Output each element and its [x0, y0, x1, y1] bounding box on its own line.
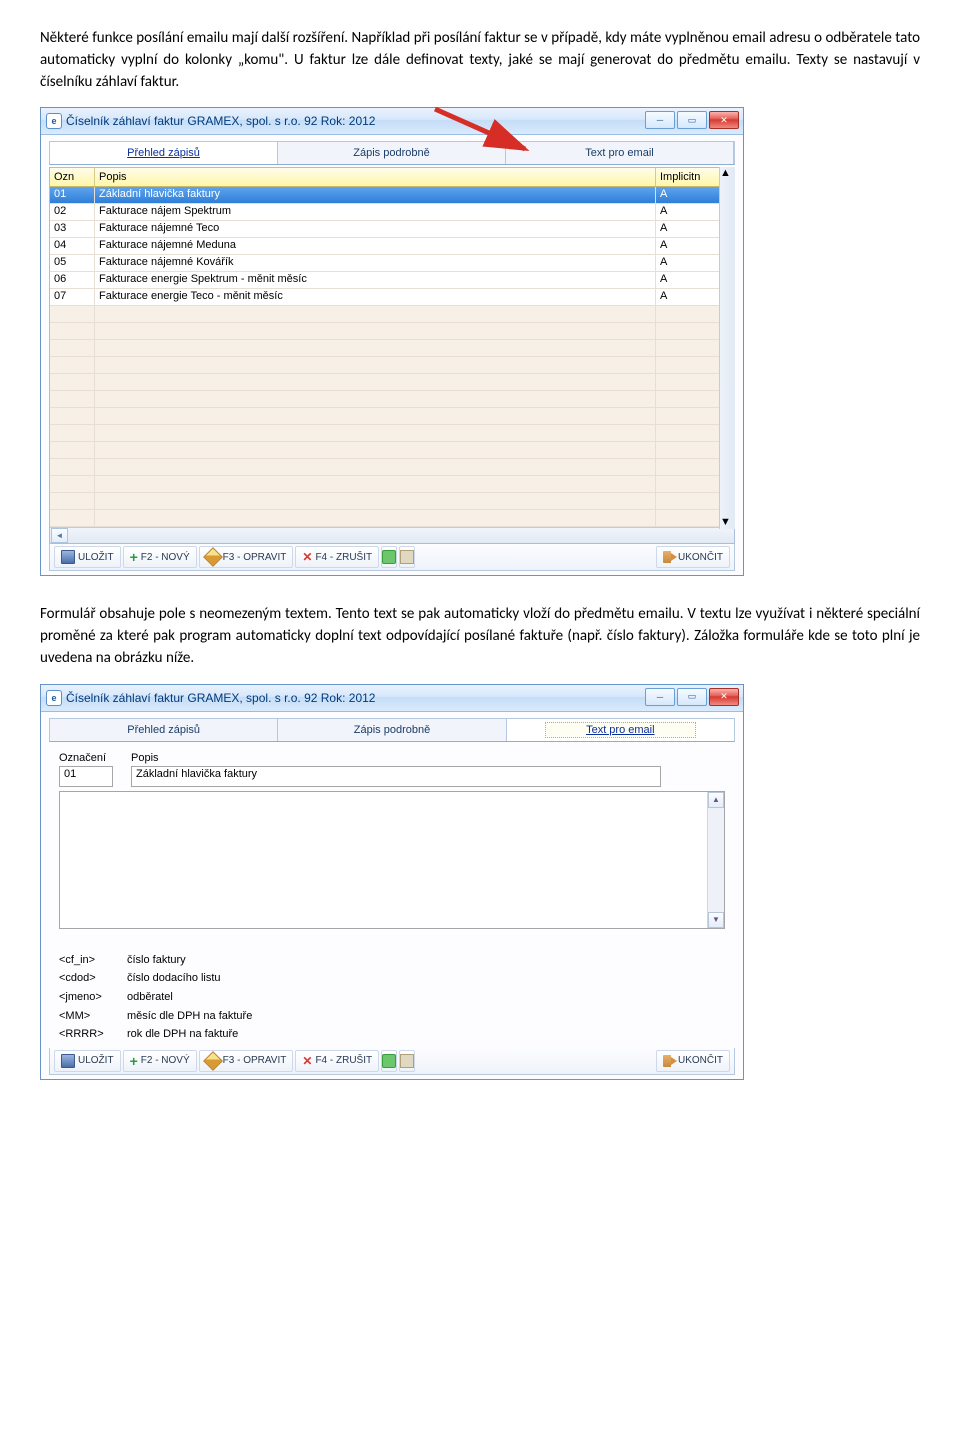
legend-row: <MM>měsíc dle DPH na faktuře	[59, 1007, 725, 1026]
legend-row: <jmeno>odběratel	[59, 988, 725, 1007]
save-icon	[61, 1054, 75, 1068]
table-row	[50, 476, 734, 493]
delete-button[interactable]: ✕F4 - ZRUŠIT	[295, 1050, 379, 1072]
card-icon	[400, 1054, 414, 1068]
close-button[interactable]: ✕	[709, 688, 739, 706]
end-button[interactable]: UKONČIT	[656, 546, 730, 568]
window-title: Číselník záhlaví faktur GRAMEX, spol. s …	[66, 691, 375, 705]
legend-row: <RRRR>rok dle DPH na faktuře	[59, 1025, 725, 1044]
scroll-up-icon[interactable]: ▲	[720, 167, 733, 180]
horizontal-scrollbar[interactable]: ◄	[50, 527, 734, 543]
delete-icon: ✕	[302, 1054, 312, 1068]
tab-text-email[interactable]: Text pro email	[507, 719, 734, 741]
table-row	[50, 493, 734, 510]
table-row	[50, 391, 734, 408]
save-button[interactable]: ULOŽIT	[54, 546, 121, 568]
window-list-view: e Číselník záhlaví faktur GRAMEX, spol. …	[40, 107, 744, 576]
app-icon: e	[46, 113, 62, 129]
maximize-button[interactable]: ▭	[677, 688, 707, 706]
table-row[interactable]: 02Fakturace nájem SpektrumA	[50, 204, 734, 221]
tab-bar: Přehled zápisů Zápis podrobně Text pro e…	[49, 141, 735, 165]
save-icon	[61, 550, 75, 564]
card-icon	[400, 550, 414, 564]
label-oznaceni: Označení	[59, 752, 113, 764]
table-row	[50, 408, 734, 425]
textarea-scrollbar[interactable]: ▲ ▼	[707, 792, 724, 928]
col-header-ozn[interactable]: Ozn	[50, 168, 95, 186]
misc-button-1[interactable]	[381, 546, 397, 568]
maximize-button[interactable]: ▭	[677, 111, 707, 129]
bottom-toolbar: ULOŽIT +F2 - NOVÝ F3 - OPRAVIT ✕F4 - ZRU…	[49, 1048, 735, 1075]
col-header-popis[interactable]: Popis	[95, 168, 656, 186]
table-row[interactable]: 07Fakturace energie Teco - měnit měsícA	[50, 289, 734, 306]
save-button[interactable]: ULOŽIT	[54, 1050, 121, 1072]
legend-row: <cf_in>číslo faktury	[59, 951, 725, 970]
paragraph-1: Některé funkce posílání emailu mají dalš…	[40, 28, 920, 93]
plus-icon: +	[130, 552, 138, 562]
table-row	[50, 510, 734, 527]
tab-text-email[interactable]: Text pro email	[506, 142, 734, 164]
refresh-icon	[382, 1054, 396, 1068]
variable-legend: <cf_in>číslo faktury<cdod>číslo dodacího…	[59, 951, 725, 1044]
table-row	[50, 374, 734, 391]
table-row[interactable]: 05Fakturace nájemné KováříkA	[50, 255, 734, 272]
refresh-icon	[382, 550, 396, 564]
table-row	[50, 323, 734, 340]
edit-button[interactable]: F3 - OPRAVIT	[199, 546, 294, 568]
table-row[interactable]: 06Fakturace energie Spektrum - měnit měs…	[50, 272, 734, 289]
delete-button[interactable]: ✕F4 - ZRUŠIT	[295, 546, 379, 568]
legend-row: <cdod>číslo dodacího listu	[59, 969, 725, 988]
grid-header: Ozn Popis Implicitn	[50, 168, 734, 187]
minimize-button[interactable]: ─	[645, 688, 675, 706]
edit-button[interactable]: F3 - OPRAVIT	[199, 1050, 294, 1072]
misc-button-2[interactable]	[399, 546, 415, 568]
misc-button-2[interactable]	[399, 1050, 415, 1072]
exit-icon	[663, 1055, 675, 1067]
table-row[interactable]: 04Fakturace nájemné MedunaA	[50, 238, 734, 255]
tab-bar: Přehled zápisů Zápis podrobně Text pro e…	[49, 718, 735, 742]
scroll-down-icon[interactable]: ▼	[720, 516, 733, 529]
label-popis: Popis	[131, 752, 725, 764]
input-popis[interactable]: Základní hlavička faktury	[131, 766, 661, 787]
table-row	[50, 306, 734, 323]
tab-zapis[interactable]: Zápis podrobně	[278, 719, 506, 741]
minimize-button[interactable]: ─	[645, 111, 675, 129]
vertical-scrollbar[interactable]: ▲ ▼	[719, 167, 735, 529]
table-row[interactable]: 01Základní hlavička fakturyA	[50, 187, 734, 204]
window-titlebar-2: e Číselník záhlaví faktur GRAMEX, spol. …	[41, 685, 743, 712]
table-row	[50, 442, 734, 459]
scroll-up-icon[interactable]: ▲	[708, 792, 724, 808]
scroll-left-icon[interactable]: ◄	[51, 528, 68, 543]
window-titlebar: e Číselník záhlaví faktur GRAMEX, spol. …	[41, 108, 743, 135]
new-button[interactable]: +F2 - NOVÝ	[123, 546, 197, 568]
table-row	[50, 425, 734, 442]
close-button[interactable]: ✕	[709, 111, 739, 129]
window-title: Číselník záhlaví faktur GRAMEX, spol. s …	[66, 114, 375, 128]
plus-icon: +	[130, 1056, 138, 1066]
paragraph-2: Formulář obsahuje pole s neomezeným text…	[40, 604, 920, 669]
bottom-toolbar: ULOŽIT +F2 - NOVÝ F3 - OPRAVIT ✕F4 - ZRU…	[49, 544, 735, 571]
misc-button-1[interactable]	[381, 1050, 397, 1072]
email-text-area[interactable]: ▲ ▼	[59, 791, 725, 929]
window-form-view: e Číselník záhlaví faktur GRAMEX, spol. …	[40, 684, 744, 1080]
tab-zapis[interactable]: Zápis podrobně	[278, 142, 506, 164]
end-button[interactable]: UKONČIT	[656, 1050, 730, 1072]
pencil-icon	[203, 547, 223, 567]
table-row[interactable]: 03Fakturace nájemné TecoA	[50, 221, 734, 238]
scroll-down-icon[interactable]: ▼	[708, 912, 724, 928]
table-row	[50, 459, 734, 476]
tab-prehled[interactable]: Přehled zápisů	[50, 719, 278, 741]
app-icon: e	[46, 690, 62, 706]
exit-icon	[663, 551, 675, 563]
input-oznaceni[interactable]: 01	[59, 766, 113, 787]
table-row	[50, 340, 734, 357]
table-row	[50, 357, 734, 374]
delete-icon: ✕	[302, 550, 312, 564]
pencil-icon	[203, 1051, 223, 1071]
tab-prehled[interactable]: Přehled zápisů	[50, 142, 278, 164]
grid: Ozn Popis Implicitn 01Základní hlavička …	[49, 167, 735, 544]
new-button[interactable]: +F2 - NOVÝ	[123, 1050, 197, 1072]
